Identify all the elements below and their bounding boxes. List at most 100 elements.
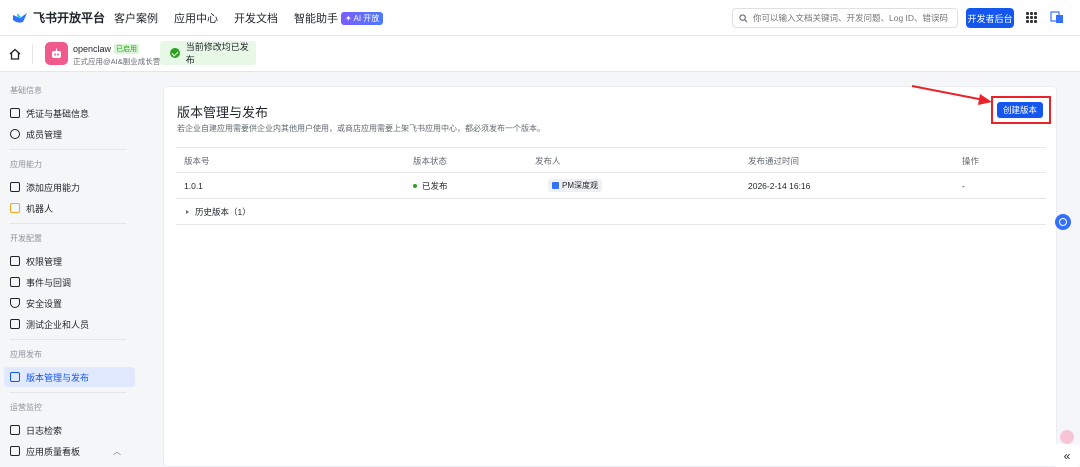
column-header: 操作 [962,156,980,166]
feedback-icon[interactable] [1060,430,1074,444]
event-icon [10,277,20,287]
sidebar-item-credentials[interactable]: 凭证与基础信息 [4,103,135,123]
sidebar-item-security[interactable]: 安全设置 [4,293,135,313]
version-table: 版本号 版本状态 发布人 发布通过时间 操作 1.0.1 已发布 PM深度观 2… [176,147,1046,225]
check-circle-icon [170,48,180,58]
publish-status-text: 当前修改均已发布 [185,42,249,65]
sidebar-item-label: 版本管理与发布 [26,372,90,383]
chart-icon [10,446,20,456]
sidebar-divider [10,149,126,150]
annotation-arrow-icon [911,85,992,105]
table-row: 1.0.1 已发布 PM深度观 2026-2-14 16:16 - [176,173,1046,199]
robot-icon [52,48,61,58]
version-management-card: 版本管理与发布 若企业自建应用需要供企业内其他用户使用，或商店应用需要上架飞书应… [163,86,1057,467]
sidebar-item-permissions[interactable]: 权限管理 [4,251,135,271]
lock-icon [10,256,20,266]
sidebar-group-monitoring: 运营监控 [10,403,42,412]
status-dot [413,184,417,188]
shield-icon [10,298,20,308]
sidebar: 基础信息 凭证与基础信息 成员管理 应用能力 添加应用能力 机器人 开发配置 权… [0,73,147,467]
search-icon [739,13,748,22]
apps-grid-icon[interactable] [1026,12,1037,23]
sidebar-item-label: 应用质量看板 [26,446,81,457]
sidebar-group-publish: 应用发布 [10,350,42,359]
nav-customer-cases[interactable]: 客户案例 [114,10,158,26]
sidebar-item-logs[interactable]: 日志检索 [4,420,135,440]
divider [32,44,33,64]
sidebar-item-label: 成员管理 [26,129,63,140]
nav-dev-docs[interactable]: 开发文档 [234,10,278,26]
chevron-up-icon: ︿ [113,446,121,456]
version-status-text: 已发布 [422,181,448,191]
publish-time: 2026-2-14 16:16 [748,181,811,191]
brand[interactable]: 飞书开放平台 [12,9,114,26]
version-number: 1.0.1 [184,181,203,191]
version-status: 已发布 [413,173,448,199]
top-navigation: 飞书开放平台 客户案例 应用中心 开发文档 智能助手✦ AI 开放 开发者后台 [0,0,1080,36]
column-header: 版本状态 [413,156,448,166]
column-header: 版本号 [184,156,210,166]
ai-badge: ✦ AI 开放 [341,11,384,25]
page-title: 版本管理与发布 [177,105,269,120]
sidebar-item-quality-dashboard[interactable]: 应用质量看板 ︿ [4,441,135,461]
publisher: PM深度观 [548,173,602,199]
publish-icon [10,372,20,382]
sidebar-item-test-tenants[interactable]: 测试企业和人员 [4,314,135,334]
sidebar-item-bot[interactable]: 机器人 [4,198,135,218]
app-subtitle: 正式应用@AI&副业成长营 [73,57,161,66]
collapse-panel-icon[interactable]: « [1054,444,1080,467]
app-name: openclaw 已启用 [73,44,140,54]
sidebar-item-label: 事件与回调 [26,277,72,288]
publisher-chip[interactable]: PM深度观 [548,179,602,192]
bot-icon [10,203,20,213]
sidebar-divider [10,223,126,224]
sidebar-item-add-capability[interactable]: 添加应用能力 [4,177,135,197]
nav-ai-assistant-label: 智能助手 [294,12,338,25]
annotation-highlight-box: 创建版本 [991,96,1051,124]
user-icon [10,129,20,139]
sidebar-divider [10,392,126,393]
history-versions-label: 历史版本（1） [195,207,251,217]
brand-name: 飞书开放平台 [33,11,106,25]
sidebar-item-label: 日志检索 [26,425,63,436]
publisher-name: PM深度观 [562,181,598,190]
chat-assistant-icon[interactable] [1055,214,1071,230]
column-header: 发布人 [535,156,561,166]
code-icon [10,319,20,329]
home-icon[interactable] [8,47,22,61]
row-action: - [962,181,965,191]
nav-ai-assistant[interactable]: 智能助手 ✦ AI 开放 [294,10,384,26]
sidebar-group-capabilities: 应用能力 [10,160,42,169]
app-name-text: openclaw [73,44,112,54]
sidebar-item-label: 权限管理 [26,256,63,267]
search-box[interactable] [732,8,958,28]
credential-icon [10,108,20,118]
search-input[interactable] [753,13,953,23]
history-versions-toggle[interactable]: 历史版本（1） [186,199,251,225]
feishu-logo-icon [12,12,28,24]
dev-console-button[interactable]: 开发者后台 [966,8,1014,28]
sidebar-item-events[interactable]: 事件与回调 [4,272,135,292]
table-header: 版本号 版本状态 发布人 发布通过时间 操作 [176,147,1046,173]
nav-app-center[interactable]: 应用中心 [174,10,218,26]
column-header: 发布通过时间 [748,156,800,166]
sidebar-item-label: 添加应用能力 [26,182,81,193]
language-icon[interactable] [1050,10,1064,24]
sidebar-item-members[interactable]: 成员管理 [4,124,135,144]
publish-status-banner: 当前修改均已发布 [160,41,256,65]
sidebar-divider [10,339,126,340]
nav-links: 客户案例 应用中心 开发文档 智能助手 ✦ AI 开放 [114,10,399,26]
log-icon [10,425,20,435]
sidebar-item-label: 安全设置 [26,298,63,309]
page-description: 若企业自建应用需要供企业内其他用户使用，或商店应用需要上架飞书应用中心，都必须发… [177,124,545,133]
sidebar-group-basic: 基础信息 [10,86,42,95]
add-capability-icon [10,182,20,192]
sidebar-item-label: 测试企业和人员 [26,319,90,330]
sidebar-item-version-management[interactable]: 版本管理与发布 [4,367,135,387]
app-bar: openclaw 已启用 正式应用@AI&副业成长营 当前修改均已发布 [0,36,1080,72]
sidebar-group-dev-config: 开发配置 [10,234,42,243]
create-version-button[interactable]: 创建版本 [997,102,1043,118]
app-avatar[interactable] [45,42,68,65]
history-row[interactable]: 历史版本（1） [176,199,1046,225]
sidebar-item-label: 机器人 [26,203,54,214]
